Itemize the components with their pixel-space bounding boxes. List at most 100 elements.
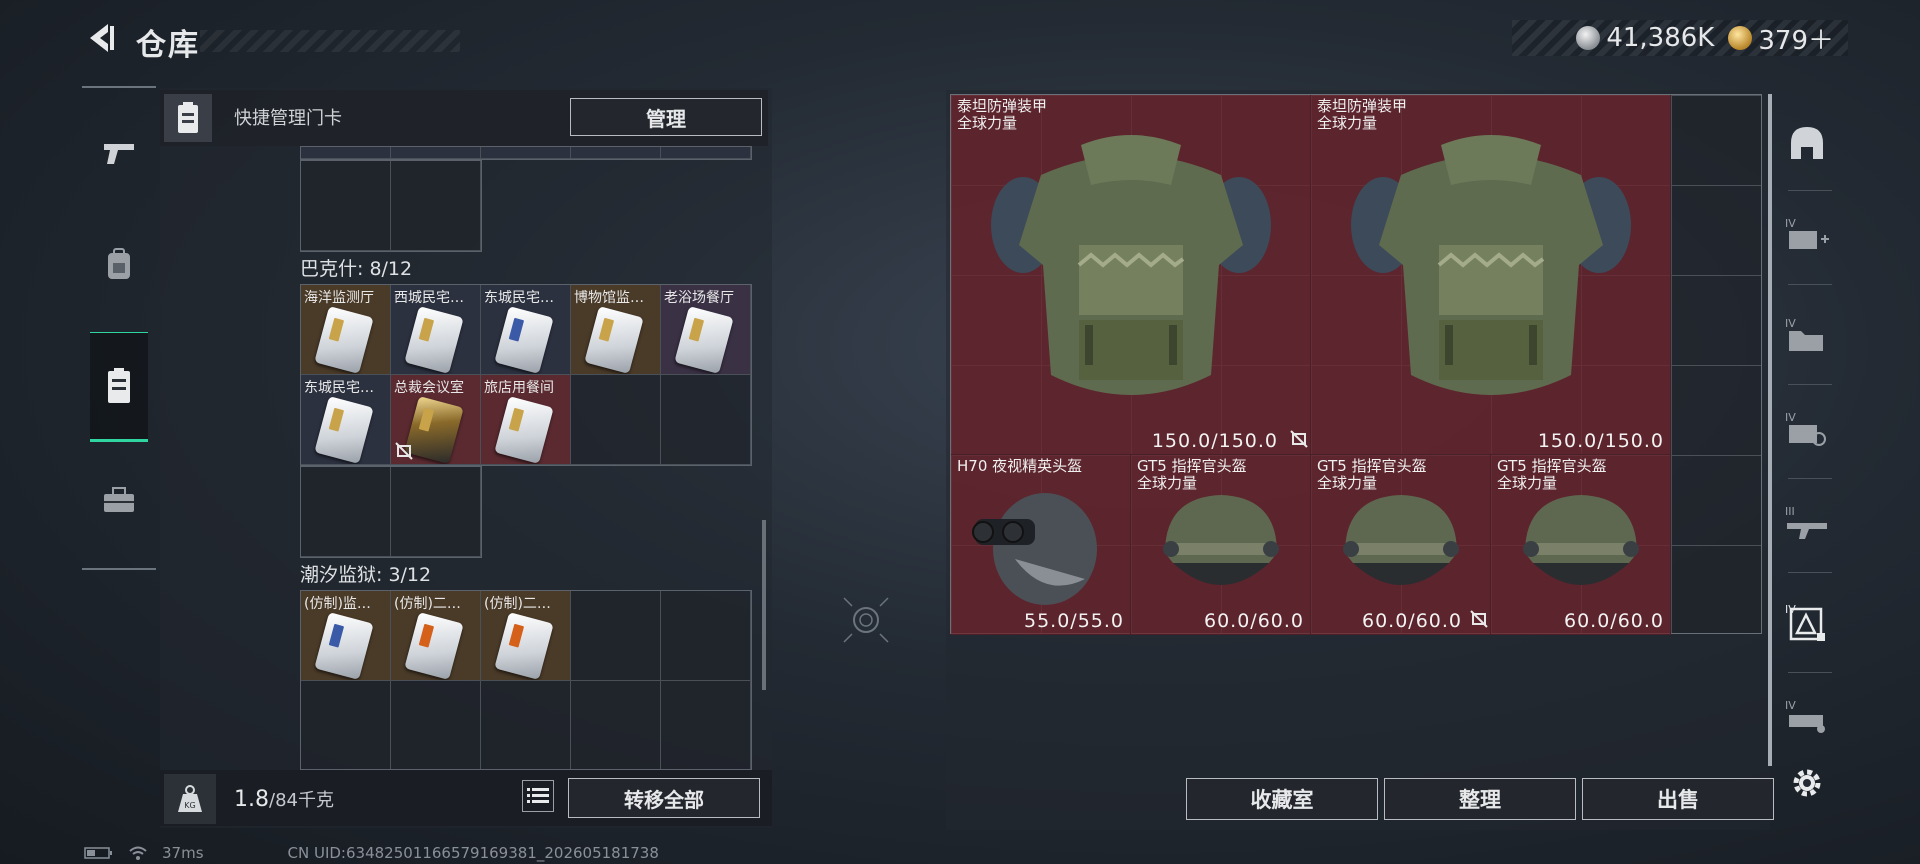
- keycard-slot[interactable]: (仿制)二…: [481, 591, 571, 681]
- tier-iv-add-icon: IV: [1785, 217, 1829, 249]
- keycard-slot[interactable]: 西城民宅…: [391, 285, 481, 375]
- keycard-slot[interactable]: (仿制)监…: [301, 591, 391, 681]
- keycard-name: (仿制)监…: [304, 596, 371, 612]
- keycard-image: [674, 306, 734, 374]
- rail-item-keycards[interactable]: [90, 332, 148, 442]
- no-trade-icon: [395, 442, 413, 460]
- list-view-button[interactable]: [522, 780, 554, 812]
- card-grid-bakeshi: 海洋监测厅 西城民宅… 东城民宅… 博物馆监… 老浴场餐厅 东城民宅… 总裁会议…: [300, 284, 752, 466]
- toolbox-icon: [104, 487, 134, 512]
- scrollbar[interactable]: [762, 520, 766, 690]
- grid-cell-empty[interactable]: [391, 681, 481, 769]
- grid-cell-empty[interactable]: [571, 375, 661, 465]
- weight-value: 1.8/84千克: [234, 786, 334, 812]
- tier-iii-rifle-icon: III: [1785, 505, 1827, 539]
- keycard-slot[interactable]: 总裁会议室: [391, 375, 481, 465]
- rail-item-weapons[interactable]: [90, 114, 148, 194]
- currency-gold[interactable]: 379＋: [1728, 20, 1834, 57]
- keycard-image: [494, 396, 554, 464]
- grid-cell[interactable]: [661, 147, 751, 159]
- keycard-image: [404, 306, 464, 374]
- stash-tab-main[interactable]: [1782, 118, 1832, 168]
- stash-item-helmet[interactable]: GT5 指挥官头盔 全球力量 60.0/60.0: [1491, 455, 1671, 635]
- stash-tab-iii-rifle[interactable]: III: [1782, 498, 1832, 548]
- keycard-name: 老浴场餐厅: [664, 290, 734, 306]
- stash-tab-iv-triangle[interactable]: IV: [1782, 598, 1832, 648]
- grid-cell-empty[interactable]: [481, 681, 571, 769]
- combat-helmet-icon: [1163, 495, 1279, 585]
- grid-cell-empty[interactable]: [661, 375, 751, 465]
- divider: [1788, 384, 1832, 385]
- grid-cell[interactable]: [481, 147, 571, 159]
- tier-iv-search-icon: IV: [1785, 411, 1826, 446]
- grid-cell-empty[interactable]: [301, 161, 391, 251]
- keycard-name: 海洋监测厅: [304, 290, 374, 306]
- grid-cell-empty[interactable]: [571, 681, 661, 769]
- body-armor-icon: [991, 135, 1271, 395]
- keycard-image: [494, 306, 554, 374]
- keycard-slot[interactable]: 东城民宅…: [301, 375, 391, 465]
- stash-item-armor[interactable]: 泰坦防弹装甲 全球力量 150.0/150.0: [1311, 95, 1671, 455]
- category-rail: [82, 86, 156, 570]
- settings-button[interactable]: [1782, 758, 1832, 808]
- grid-cell[interactable]: [301, 147, 391, 159]
- grid-cell-empty[interactable]: [301, 467, 391, 557]
- keycard-slot[interactable]: 老浴场餐厅: [661, 285, 751, 375]
- divider: [1788, 672, 1832, 673]
- rail-item-toolbox[interactable]: [90, 460, 148, 540]
- svg-text:III: III: [1785, 505, 1795, 518]
- back-button[interactable]: [80, 18, 120, 58]
- keycard-name: 西城民宅…: [394, 290, 464, 306]
- divider: [1788, 572, 1832, 573]
- weight-capacity: /84千克: [269, 790, 334, 811]
- collection-room-button[interactable]: 收藏室: [1186, 778, 1378, 820]
- keycard-slot[interactable]: (仿制)二…: [391, 591, 481, 681]
- grid-cell-empty[interactable]: [571, 591, 661, 681]
- sell-button[interactable]: 出售: [1582, 778, 1774, 820]
- card-grid-bakeshi-extra: [300, 466, 482, 558]
- grid-cell-empty[interactable]: [391, 467, 481, 557]
- divider: [1788, 190, 1832, 191]
- quick-manage-label: 快捷管理门卡: [234, 108, 342, 129]
- stash-item-helmet[interactable]: GT5 指挥官头盔 全球力量 60.0/60.0: [1311, 455, 1491, 635]
- night-vision-helmet-icon: [972, 493, 1097, 605]
- stash-tab-iv-folder[interactable]: IV: [1782, 310, 1832, 360]
- transfer-all-button[interactable]: 转移全部: [568, 778, 760, 818]
- stash-tab-iv-vehicle[interactable]: IV: [1782, 692, 1832, 742]
- keycard-slot[interactable]: 旅店用餐间: [481, 375, 571, 465]
- back-arrow-icon: [90, 24, 114, 52]
- keycard-slot[interactable]: 海洋监测厅: [301, 285, 391, 375]
- svg-text:IV: IV: [1785, 411, 1796, 424]
- weight-current: 1.8: [234, 787, 269, 812]
- stash-item-helmet[interactable]: H70 夜视精英头盔 55.0/55.0: [951, 455, 1131, 635]
- item-durability: 150.0/150.0: [1151, 430, 1278, 452]
- gear-icon: [1793, 769, 1821, 797]
- divider: [1788, 284, 1832, 285]
- keycard-name: 东城民宅…: [304, 380, 374, 396]
- currency-silver: 41,386K: [1576, 23, 1714, 53]
- keycard-image: [404, 396, 464, 464]
- stash-scroll-indicator[interactable]: [1768, 94, 1772, 766]
- stash-item-armor[interactable]: 泰坦防弹装甲 全球力量 150.0/150.0: [951, 95, 1311, 455]
- organize-button[interactable]: 整理: [1384, 778, 1576, 820]
- grid-cell[interactable]: [571, 147, 661, 159]
- tier-iv-vehicle-icon: IV: [1785, 699, 1825, 733]
- keycard-slot[interactable]: 博物馆监…: [571, 285, 661, 375]
- stash-tab-iv-search[interactable]: IV: [1782, 404, 1832, 454]
- grid-cell[interactable]: [391, 147, 481, 159]
- item-durability: 60.0/60.0: [1203, 610, 1304, 632]
- item-durability: 150.0/150.0: [1537, 430, 1664, 452]
- stash-tab-iv-add[interactable]: IV: [1782, 210, 1832, 260]
- grid-cell-empty[interactable]: [661, 681, 751, 769]
- manage-button[interactable]: 管理: [570, 98, 762, 136]
- rail-item-backpack[interactable]: [90, 224, 148, 304]
- keycard-image: [584, 306, 644, 374]
- grid-cell-empty[interactable]: [661, 591, 751, 681]
- keycard-name: 总裁会议室: [394, 380, 464, 396]
- grid-cell-empty[interactable]: [301, 681, 391, 769]
- stash-item-helmet[interactable]: GT5 指挥官头盔 全球力量 60.0/60.0: [1131, 455, 1311, 635]
- combat-helmet-icon: [1523, 495, 1639, 585]
- keycard-slot[interactable]: 东城民宅…: [481, 285, 571, 375]
- grid-cell-empty[interactable]: [391, 161, 481, 251]
- backpack-icon: [108, 248, 130, 279]
